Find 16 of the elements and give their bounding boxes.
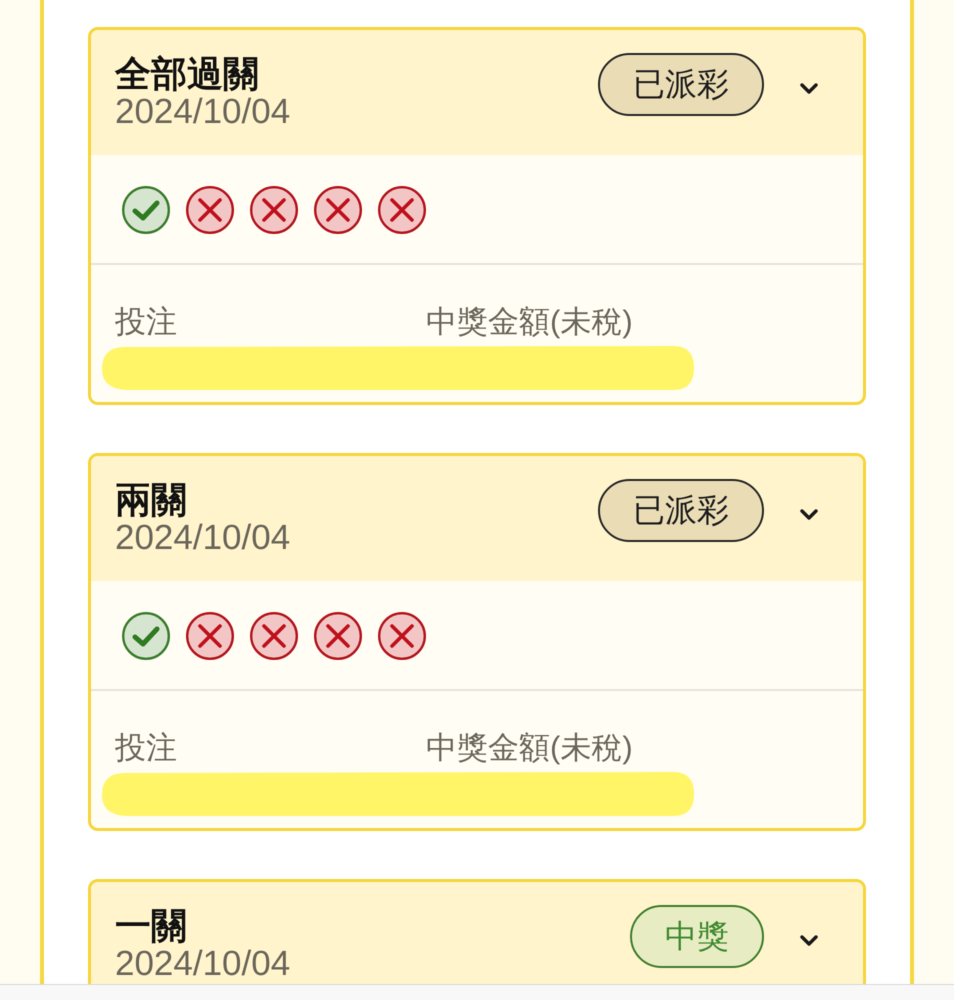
bet-date: 2024/10/04 xyxy=(115,520,292,555)
chevron-down-icon[interactable] xyxy=(800,935,818,946)
bet-title: 全部過關 xyxy=(115,54,260,94)
chevron-down-icon[interactable] xyxy=(800,509,818,520)
status-badge: 已派彩 xyxy=(598,53,764,116)
stake-label: 投注 xyxy=(115,303,177,341)
payout-label: 中獎金額(未稅) xyxy=(426,303,633,341)
bet-date: 2024/10/04 xyxy=(115,946,292,981)
chevron-down-icon[interactable] xyxy=(800,83,818,94)
payout-label: 中獎金額(未稅) xyxy=(426,729,633,767)
status-badge: 已派彩 xyxy=(598,479,764,542)
bet-date: 2024/10/04 xyxy=(115,94,292,129)
status-badge: 中獎 xyxy=(630,905,764,968)
bet-title: 兩關 xyxy=(115,480,188,520)
bet-title: 一關 xyxy=(115,906,188,946)
stake-label: 投注 xyxy=(115,729,177,767)
